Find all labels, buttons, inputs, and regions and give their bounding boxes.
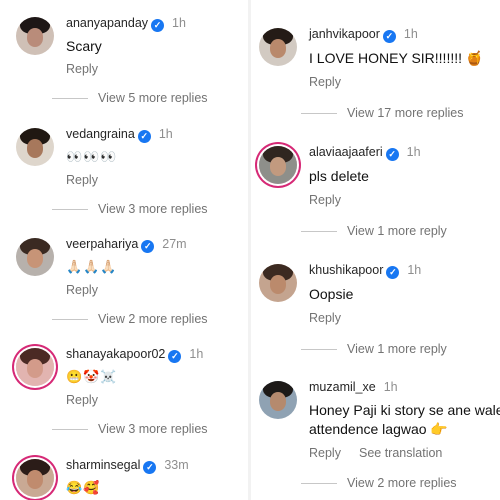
avatar[interactable] <box>259 381 297 419</box>
avatar[interactable] <box>259 146 297 184</box>
timestamp: 33m <box>164 458 189 472</box>
view-more-replies[interactable]: View 2 more replies <box>301 476 457 490</box>
view-more-label: View 2 more replies <box>347 476 457 490</box>
divider-line <box>52 318 88 320</box>
avatar[interactable] <box>16 238 54 276</box>
comment-text: Oopsie <box>309 286 354 302</box>
username[interactable]: sharminsegal <box>66 458 140 472</box>
timestamp: 1h <box>406 145 421 159</box>
view-more-label: View 1 more reply <box>347 342 447 356</box>
comment-meta: ananyapanday ✓ 1h <box>66 16 186 32</box>
avatar-face <box>269 392 287 411</box>
username[interactable]: ananyapanday <box>66 16 148 30</box>
reply-button[interactable]: Reply <box>309 193 341 207</box>
avatar-face <box>26 249 44 268</box>
timestamp: 1h <box>189 347 204 361</box>
comments-column-left: ananyapanday ✓ 1h Scary Reply View 5 more … <box>0 0 244 500</box>
comment-meta: sharminsegal ✓ 33m <box>66 458 189 474</box>
comment-text: 😬🤡☠️ <box>66 369 118 384</box>
verified-icon: ✓ <box>141 240 155 253</box>
reply-button[interactable]: Reply <box>66 393 98 407</box>
comment-meta: janhvikapoor ✓ 1h <box>309 27 418 43</box>
comment-meta: veerpahariya ✓ 27m <box>66 237 187 253</box>
comment-meta: khushikapoor ✓ 1h <box>309 263 421 279</box>
comment-text: I LOVE HONEY SIR!!!!!!! 🍯 <box>309 50 484 66</box>
see-translation-button[interactable]: See translation <box>359 446 442 460</box>
username[interactable]: vedangraina <box>66 127 135 141</box>
avatar-face <box>26 359 44 378</box>
avatar-face <box>26 28 44 47</box>
comment-text: Scary <box>66 38 102 54</box>
avatar-face <box>26 139 44 158</box>
view-more-label: View 1 more reply <box>347 224 447 238</box>
timestamp: 1h <box>158 127 173 141</box>
avatar-face <box>269 275 287 294</box>
divider-line <box>301 482 337 484</box>
view-more-replies[interactable]: View 5 more replies <box>52 91 208 105</box>
username[interactable]: veerpahariya <box>66 237 138 251</box>
verified-icon: ✓ <box>151 19 165 32</box>
timestamp: 1h <box>407 263 422 277</box>
divider-line <box>301 230 337 232</box>
divider-line <box>52 97 88 99</box>
comments-column-right: janhvikapoor ✓ 1h I LOVE HONEY SIR!!!!!!! … <box>248 0 500 500</box>
username[interactable]: muzamil_xe <box>309 380 376 394</box>
avatar[interactable] <box>16 128 54 166</box>
username[interactable]: khushikapoor <box>309 263 383 277</box>
avatar-face <box>269 39 287 58</box>
view-more-replies[interactable]: View 17 more replies <box>301 106 464 120</box>
reply-button[interactable]: Reply <box>66 283 98 297</box>
reply-button[interactable]: Reply <box>309 311 341 325</box>
comment-text: 🙏🏻🙏🏻🙏🏻 <box>66 259 118 274</box>
divider-line <box>52 208 88 210</box>
timestamp: 1h <box>403 27 418 41</box>
view-more-replies[interactable]: View 1 more reply <box>301 224 447 238</box>
reply-button[interactable]: Reply <box>66 173 98 187</box>
view-more-label: View 5 more replies <box>98 91 208 105</box>
divider-line <box>52 428 88 430</box>
verified-icon: ✓ <box>382 30 396 43</box>
comment-text: pls delete <box>309 168 369 184</box>
comment-meta: vedangraina ✓ 1h <box>66 127 173 143</box>
avatar[interactable] <box>16 459 54 497</box>
reply-button[interactable]: Reply <box>309 446 341 460</box>
verified-icon: ✓ <box>137 130 151 143</box>
view-more-replies[interactable]: View 1 more reply <box>301 342 447 356</box>
comment-text: 👀👀👀 <box>66 149 118 164</box>
avatar-face <box>26 470 44 489</box>
view-more-label: View 3 more replies <box>98 422 208 436</box>
avatar[interactable] <box>16 17 54 55</box>
view-more-label: View 3 more replies <box>98 202 208 216</box>
verified-icon: ✓ <box>385 148 399 161</box>
username[interactable]: alaviaajaaferi <box>309 145 383 159</box>
comment-meta: alaviaajaaferi ✓ 1h <box>309 145 421 161</box>
timestamp: 1h <box>383 380 398 394</box>
avatar[interactable] <box>259 28 297 66</box>
verified-icon: ✓ <box>168 350 182 363</box>
divider-line <box>301 348 337 350</box>
verified-icon: ✓ <box>386 266 400 279</box>
reply-button[interactable]: Reply <box>66 62 98 76</box>
view-more-label: View 17 more replies <box>347 106 464 120</box>
comment-meta: shanayakapoor02 ✓ 1h <box>66 347 203 363</box>
view-more-label: View 2 more replies <box>98 312 208 326</box>
timestamp: 1h <box>172 16 186 30</box>
username[interactable]: janhvikapoor <box>309 27 380 41</box>
comment-text: Honey Paji ki story se ane wale attenden… <box>309 402 500 437</box>
view-more-replies[interactable]: View 3 more replies <box>52 202 208 216</box>
divider-line <box>301 112 337 114</box>
timestamp: 27m <box>162 237 187 251</box>
reply-button[interactable]: Reply <box>309 75 341 89</box>
avatar[interactable] <box>16 348 54 386</box>
comment-text: 😂🥰 <box>66 480 101 495</box>
view-more-replies[interactable]: View 2 more replies <box>52 312 208 326</box>
avatar[interactable] <box>259 264 297 302</box>
view-more-replies[interactable]: View 3 more replies <box>52 422 208 436</box>
username[interactable]: shanayakapoor02 <box>66 347 165 361</box>
verified-icon: ✓ <box>143 461 157 474</box>
avatar-face <box>269 157 287 176</box>
comment-meta: muzamil_xe 1h <box>309 380 398 394</box>
